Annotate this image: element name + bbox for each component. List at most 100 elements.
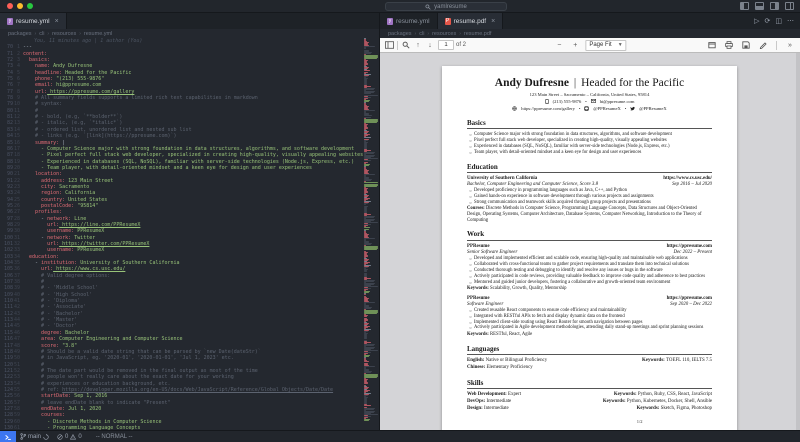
kv-row: Web Development: ExpertKeywords: Python,… — [467, 392, 712, 399]
resume-bullet: ○Strong communication and teamwork skill… — [467, 200, 712, 206]
resume-contact-row-2: https://ppresume.com/gallery•@PPResumeX•… — [467, 106, 712, 112]
git-branch-indicator[interactable]: main — [16, 433, 53, 440]
toggle-secondary-sidebar-icon[interactable] — [770, 2, 779, 10]
separator-dot: • — [585, 99, 586, 104]
editor-actions: ▷ ⟳ ◫ ⋯ — [754, 13, 800, 29]
section-title: Languages — [467, 345, 712, 356]
find-icon[interactable] — [400, 39, 412, 51]
remote-indicator[interactable] — [0, 431, 16, 442]
pdf-scrollbar[interactable] — [796, 53, 800, 430]
resume-contact-row-1: (213) 555-9876•hi@ppresume.com — [467, 99, 712, 105]
more-tools-icon[interactable]: » — [784, 39, 796, 51]
section-title: Work — [467, 230, 712, 241]
command-center[interactable]: yamlresume — [385, 2, 507, 11]
breadcrumb[interactable]: packages›cli›resources›resume.yml — [0, 29, 379, 38]
tab-resume-yml[interactable]: yresume.yml — [380, 13, 438, 29]
minimap-line — [364, 377, 377, 378]
tab-resume-pdf[interactable]: Presume.pdf× — [438, 13, 504, 29]
kv-right-label: Keywords: — [614, 392, 638, 397]
resume-entry: PPResumehttps://ppresume.comSoftware Eng… — [467, 296, 712, 338]
bullet-text: Actively participated in Agile developme… — [474, 325, 712, 331]
close-window-button[interactable] — [7, 3, 13, 9]
resume-bullet: ○Actively participated in Agile developm… — [467, 325, 712, 331]
refresh-icon[interactable]: ⟳ — [765, 17, 771, 25]
zoom-in-icon[interactable]: + — [569, 39, 581, 51]
breadcrumb-item[interactable]: cli — [419, 31, 424, 37]
minimap-line — [364, 139, 369, 140]
yaml-file-icon: y — [7, 18, 13, 25]
more-actions-icon[interactable]: ⋯ — [787, 17, 794, 25]
customize-layout-icon[interactable] — [785, 2, 794, 10]
split-editor-icon[interactable]: ◫ — [775, 17, 782, 25]
kv-right-label: Keywords: — [642, 358, 666, 363]
close-tab-icon[interactable]: × — [491, 18, 495, 25]
contact-text: @PPResumeX — [593, 106, 620, 111]
minimize-window-button[interactable] — [17, 3, 23, 9]
toggle-primary-sidebar-icon[interactable] — [740, 2, 749, 10]
section-title: Skills — [467, 379, 712, 390]
entry-footer: Courses: Discrete Methods in Computer Sc… — [467, 206, 712, 223]
zoom-level-select[interactable]: Page Fit ▼ — [585, 40, 626, 51]
minimap-line — [364, 420, 369, 421]
save-icon[interactable] — [740, 39, 752, 51]
toggle-sidebar-icon[interactable] — [383, 39, 395, 51]
breadcrumb-separator: › — [415, 31, 417, 37]
tab-resume-yml[interactable]: y resume.yml × — [0, 13, 67, 29]
breadcrumb-item[interactable]: resources — [432, 31, 456, 37]
kv-left: Chinese: Elementary Proficiency — [467, 365, 533, 372]
previous-page-icon[interactable]: ↑ — [412, 39, 424, 51]
minimap-line — [364, 405, 371, 406]
minimap-line — [364, 70, 370, 71]
code-editor[interactable]: You, 11 minutes ago | 1 author (You) 701… — [0, 38, 380, 430]
minimap-line — [364, 182, 378, 183]
section-title: Basics — [467, 119, 712, 130]
title-bar: yamlresume — [0, 0, 800, 13]
minimap-line — [364, 296, 366, 297]
resume-bullet: ○Team player, with detail-oriented minds… — [467, 150, 712, 156]
zoom-window-button[interactable] — [27, 3, 33, 9]
resume-page: Andy Dufresne | Headed for the Pacific12… — [442, 66, 737, 430]
breadcrumb-item[interactable]: packages — [388, 31, 412, 37]
pdf-toolbar: ↑ ↓ of 2 − + Page Fit ▼ — [380, 38, 800, 53]
editor-pane-pdf: yresume.ymlPresume.pdf× ▷ ⟳ ◫ ⋯ packages›cli… — [380, 13, 800, 430]
toggle-panel-icon[interactable] — [755, 2, 764, 10]
next-page-icon[interactable]: ↓ — [424, 39, 436, 51]
kv-label: Design: — [467, 406, 483, 411]
print-icon[interactable] — [723, 39, 735, 51]
kv-left: English: Native or Bilingual Proficiency — [467, 358, 547, 365]
resume-name-separator: | — [569, 77, 581, 89]
minimap-line — [364, 340, 367, 341]
breadcrumb-item[interactable]: packages — [8, 31, 32, 37]
breadcrumb-item[interactable]: cli — [39, 31, 44, 37]
draw-icon[interactable] — [757, 39, 769, 51]
minimap-line — [364, 48, 366, 49]
entry-footer: Keywords: Scalability, Growth, Quality, … — [467, 286, 712, 292]
kv-right-label: Keywords: — [603, 399, 627, 404]
minimap-line — [364, 204, 366, 205]
open-preview-icon[interactable]: ▷ — [754, 17, 759, 25]
open-file-icon[interactable] — [706, 39, 718, 51]
minimap-line — [364, 363, 368, 364]
layout-controls — [740, 2, 794, 10]
bullet-marker: ○ — [467, 325, 474, 331]
resume-section-basics: Basics○Computer Science major with stron… — [467, 119, 712, 156]
zoom-out-icon[interactable]: − — [553, 39, 565, 51]
close-tab-icon[interactable]: × — [55, 18, 59, 25]
minimap-line — [364, 162, 368, 163]
kv-left: Web Development: Expert — [467, 392, 521, 399]
resume-section-skills: SkillsWeb Development: ExpertKeywords: P… — [467, 379, 712, 413]
minimap-line — [364, 206, 368, 207]
minimap[interactable] — [363, 38, 379, 430]
resume-header: Andy Dufresne | Headed for the Pacific — [467, 77, 712, 89]
breadcrumb-separator: › — [47, 31, 49, 37]
minimap-line — [364, 407, 367, 408]
breadcrumb-item[interactable]: resume.pdf — [464, 31, 492, 37]
page-number-input[interactable] — [438, 40, 454, 50]
breadcrumb-item[interactable]: resume.yml — [84, 31, 112, 37]
right-tab-bar: yresume.ymlPresume.pdf× ▷ ⟳ ◫ ⋯ — [380, 13, 800, 29]
problems-indicator[interactable]: 0 0 — [53, 434, 86, 440]
search-icon — [425, 4, 431, 10]
pdf-viewer[interactable]: Andy Dufresne | Headed for the Pacific12… — [380, 53, 800, 430]
breadcrumb-item[interactable]: resources — [52, 31, 76, 37]
breadcrumb[interactable]: packages›cli›resources›resume.pdf — [380, 29, 800, 38]
